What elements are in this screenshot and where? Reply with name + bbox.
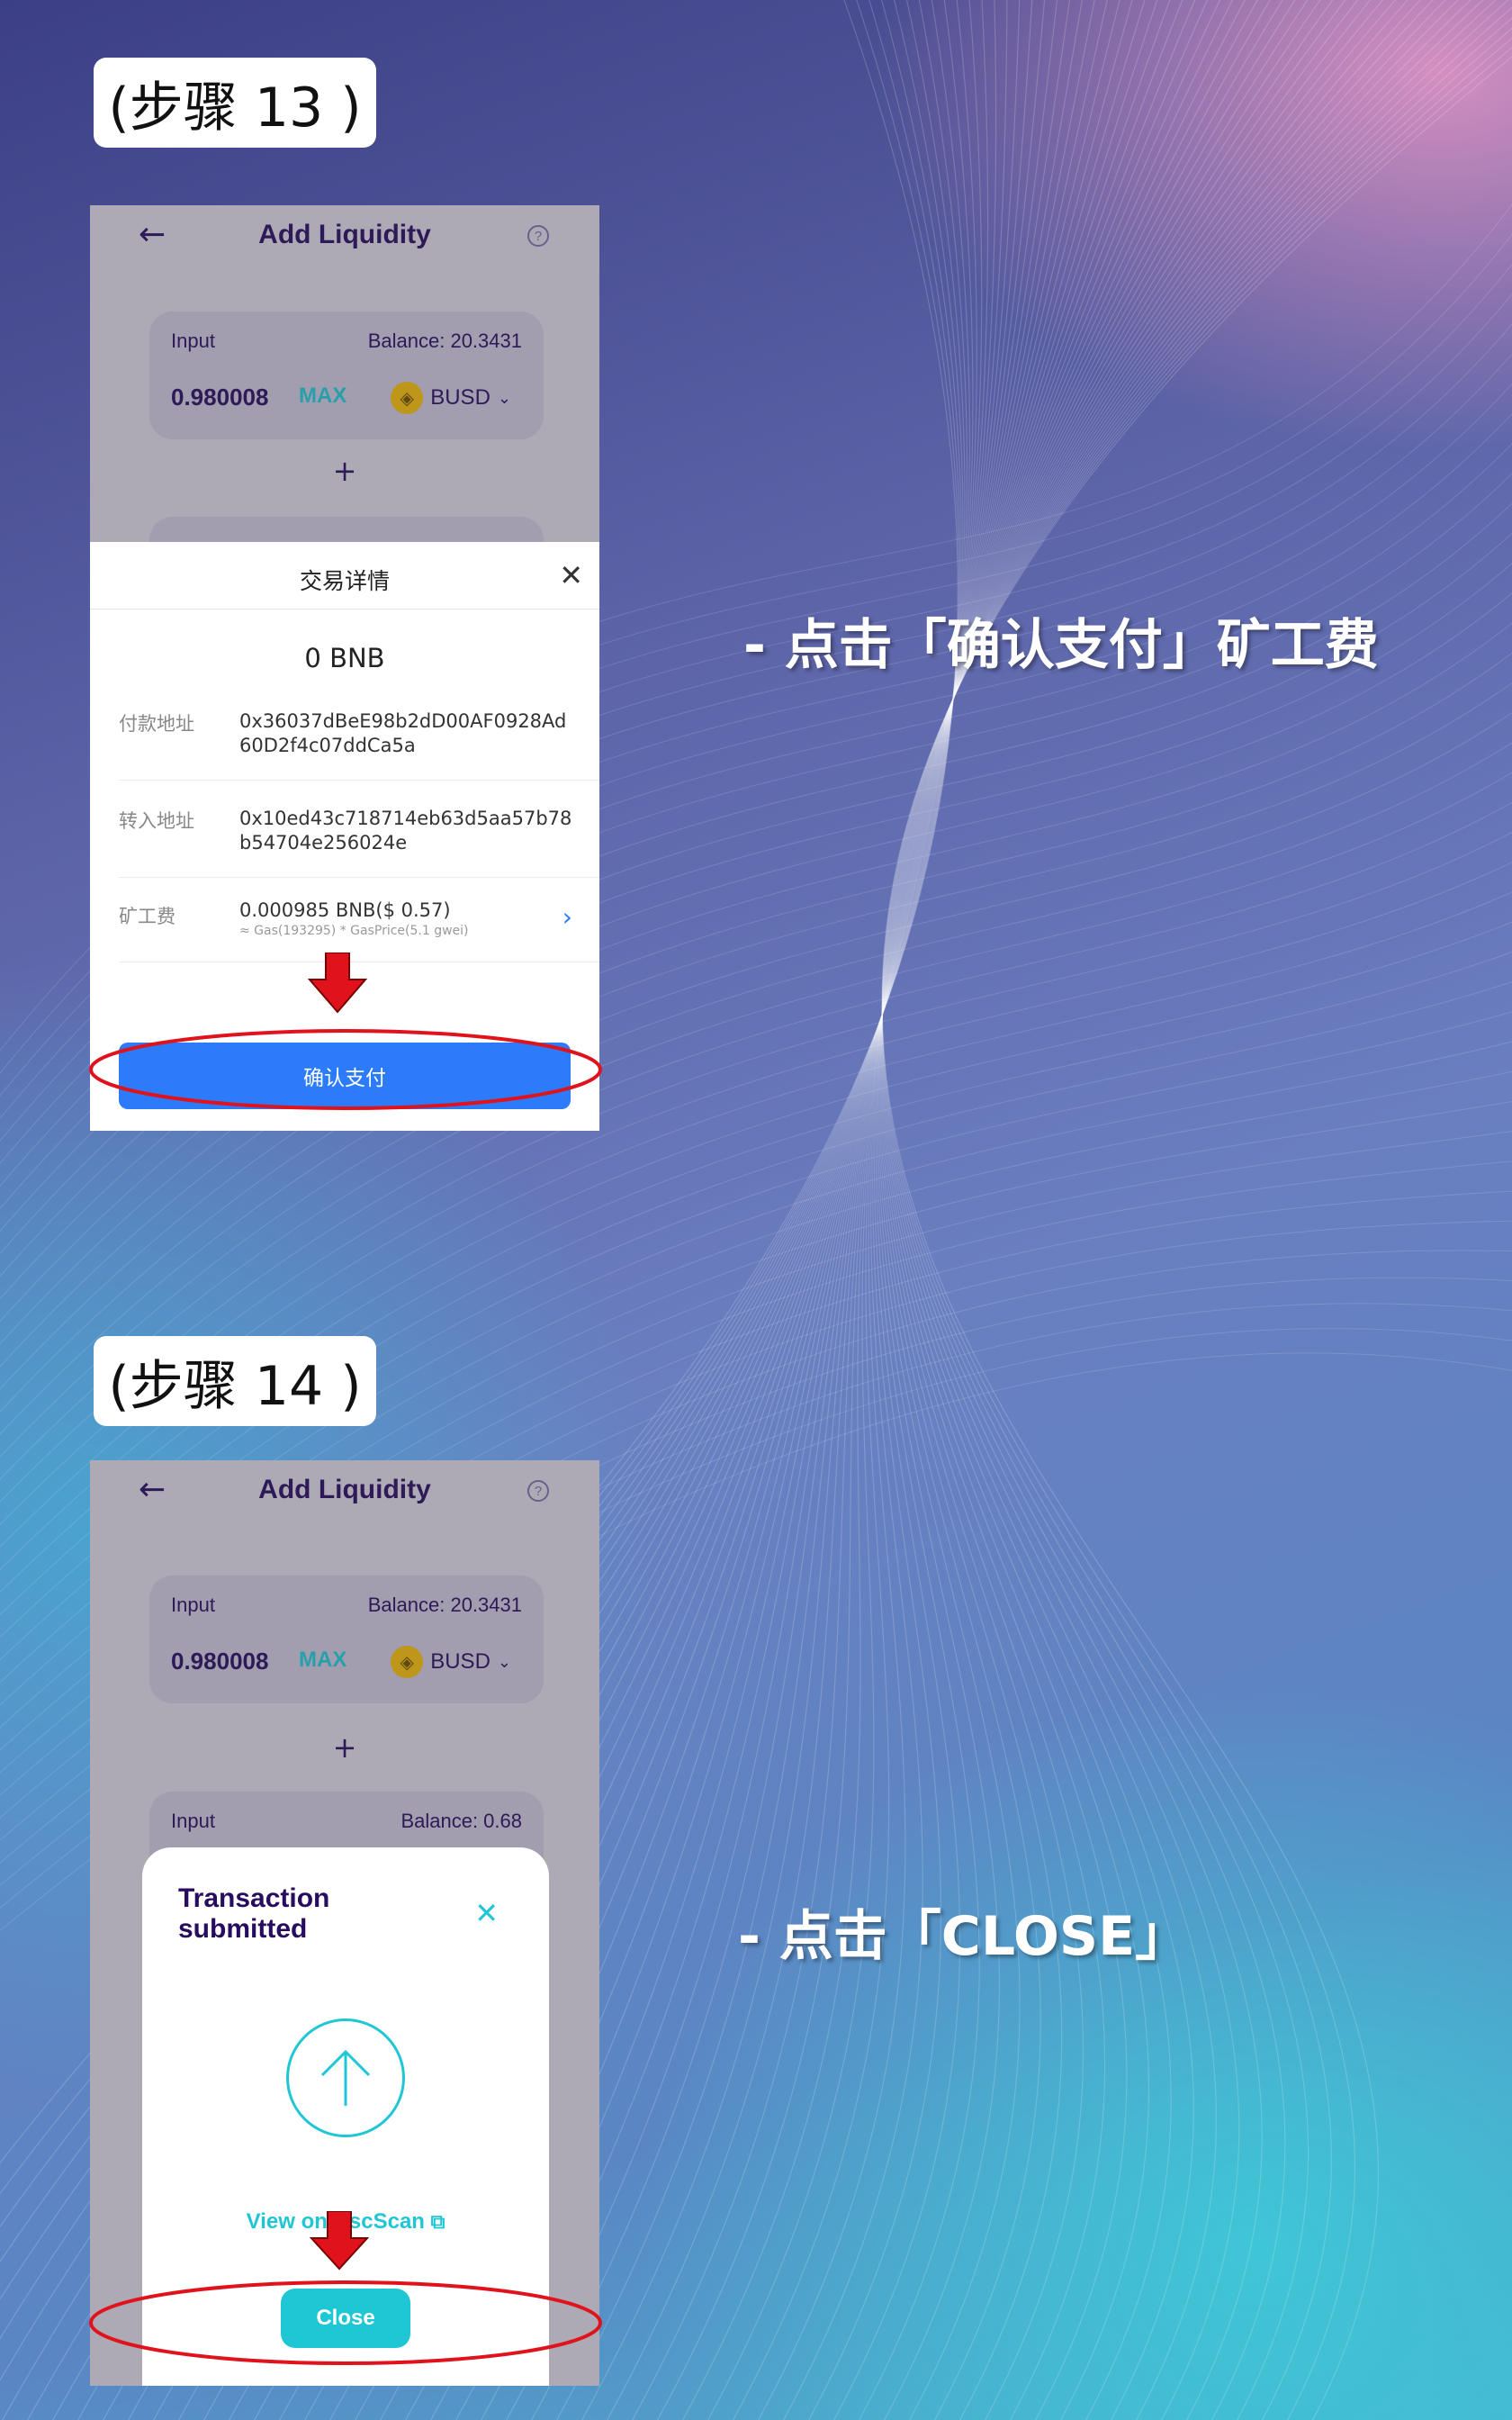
step-13-label: (步骤 13 ) [94,58,376,148]
step-13-phone-screenshot: ← Add Liquidity ? Input Balance: 20.3431… [90,205,599,1131]
arrow-up-circle-icon [286,2018,405,2137]
step-14-instruction: - 点击「CLOSE」 [738,1905,1190,1968]
divider [119,780,599,781]
view-on-bscscan-link[interactable]: View on BscScan ⧉ [142,2209,549,2235]
close-icon[interactable]: ✕ [559,558,583,592]
step-14-phone-screenshot: ← Add Liquidity ? Input Balance: 20.3431… [90,1460,599,2386]
modal-title: Transaction submitted [178,1883,330,1944]
view-link-text: View on BscScan [246,2209,425,2234]
step-14-label: (步骤 14 ) [94,1336,376,1426]
modal-backdrop[interactable] [90,205,599,542]
step-13-instruction: - 点击「确认支付」矿工费 [743,614,1379,677]
divider [90,609,599,610]
to-address-label: 转入地址 [119,810,194,832]
gas-fee-label: 矿工费 [119,906,176,927]
divider [119,877,599,878]
close-button[interactable]: Close [281,2289,410,2348]
from-address-value: 0x36037dBeE98b2dD00AF0928Ad60D2f4c07ddCa… [239,710,567,756]
transaction-submitted-modal: Transaction submitted ✕ View on BscScan … [142,1847,549,2386]
from-address-label: 付款地址 [119,713,194,735]
gas-fee-value: 0.000985 BNB($ 0.57) [239,899,451,921]
confirm-payment-button[interactable]: 确认支付 [119,1043,571,1109]
to-address-value: 0x10ed43c718714eb63d5aa57b78b54704e25602… [239,808,572,853]
close-icon[interactable]: ✕ [474,1896,499,1930]
chevron-right-icon[interactable]: › [562,902,572,932]
transfer-amount: 0 BNB [304,643,385,673]
transaction-details-sheet: 交易详情 ✕ 0 BNB 付款地址 0x36037dBeE98b2dD00AF0… [90,542,599,1131]
external-link-icon: ⧉ [430,2210,446,2233]
gas-fee-detail: ≈ Gas(193295) * GasPrice(5.1 gwei) [239,924,469,938]
sheet-title: 交易详情 [299,568,390,594]
